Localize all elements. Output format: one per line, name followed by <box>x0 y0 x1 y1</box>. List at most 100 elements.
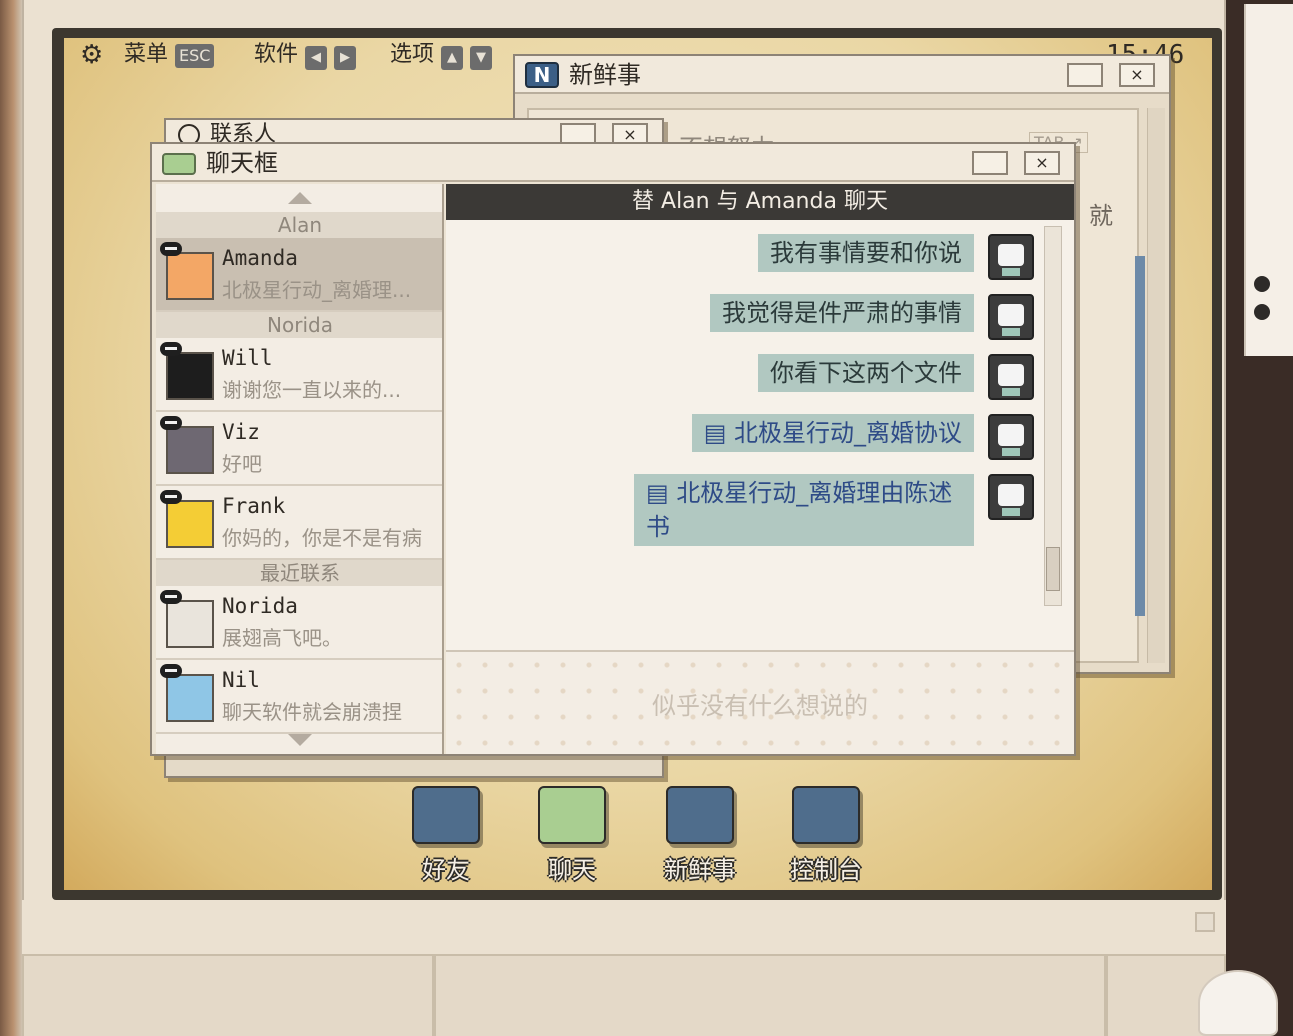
news-minimize-button[interactable] <box>1067 63 1103 87</box>
contact-avatar <box>166 600 214 648</box>
message-scroll-thumb[interactable] <box>1046 547 1060 591</box>
sender-avatar <box>988 474 1034 520</box>
message-list: 我有事情要和你说 我觉得是件严肃的事情 你看下这两个文件 ▤ 北极星行动_离婚协… <box>446 220 1074 650</box>
contact-item[interactable]: Norida 展翅高飞吧。 <box>156 586 442 660</box>
mascot-blob <box>1198 970 1278 1036</box>
sender-avatar <box>988 294 1034 340</box>
status-badge-icon <box>160 342 182 356</box>
message-scrollbar[interactable] <box>1044 226 1062 606</box>
status-badge-icon <box>160 590 182 604</box>
message-text: 我觉得是件严肃的事情 <box>722 299 962 327</box>
document-icon: ▤ <box>703 419 734 447</box>
news-side-char: 就 <box>1089 202 1113 230</box>
contact-preview: 谢谢您一直以来的... <box>222 378 402 402</box>
contact-avatar <box>166 426 214 474</box>
desk-background-left <box>0 0 22 1036</box>
chat-bubble-icon <box>162 153 196 175</box>
file-message[interactable]: ▤ 北极星行动_离婚协议 <box>691 414 974 452</box>
chat-minimize-button[interactable] <box>972 151 1008 175</box>
status-badge-icon <box>160 416 182 430</box>
contact-item[interactable]: Frank 你妈的，你是不是有病 <box>156 486 442 560</box>
software-menu[interactable]: 软件 ◀ ▶ <box>254 40 357 70</box>
list-scroll-down-icon[interactable] <box>288 734 312 746</box>
message-text: 我有事情要和你说 <box>770 239 962 267</box>
chat-header: 替 Alan 与 Amanda 聊天 <box>446 184 1074 220</box>
notepad <box>1244 4 1293 356</box>
dock-label: 新鲜事 <box>664 856 736 884</box>
esc-key-badge: ESC <box>175 44 215 68</box>
message-text: 你看下这两个文件 <box>770 359 962 387</box>
contact-preview: 你妈的，你是不是有病 <box>222 526 422 550</box>
gear-icon[interactable]: ⚙ <box>80 40 103 70</box>
chat-message: 我觉得是件严肃的事情 <box>710 294 974 332</box>
contact-item[interactable]: Viz 好吧 <box>156 412 442 486</box>
chat-message: 你看下这两个文件 <box>758 354 974 392</box>
chat-close-button[interactable]: × <box>1024 151 1060 175</box>
news-titlebar[interactable]: N 新鲜事 × <box>515 56 1169 94</box>
group-header: Norida <box>156 312 442 338</box>
group-header: 最近联系 <box>156 560 442 586</box>
dock-label: 好友 <box>422 856 470 884</box>
chat-window[interactable]: 聊天框 × Alan Amanda 北极星行动_离婚理... Norida Wi… <box>150 142 1076 756</box>
chat-title: 聊天框 <box>206 149 278 177</box>
contact-item[interactable]: Amanda 北极星行动_离婚理... <box>156 238 442 312</box>
status-badge-icon <box>160 490 182 504</box>
contact-name: Norida <box>222 594 298 618</box>
contact-preview: 展翅高飞吧。 <box>222 626 342 650</box>
options-menu[interactable]: 选项 ▲ ▼ <box>390 40 493 70</box>
chat-message: 我有事情要和你说 <box>758 234 974 272</box>
contact-name: Will <box>222 346 273 370</box>
contact-preview: 聊天软件就会崩溃捏 <box>222 700 402 724</box>
arrow-up-icon[interactable]: ▲ <box>441 46 464 70</box>
arrow-left-icon[interactable]: ◀ <box>305 46 328 70</box>
reply-input-area[interactable]: 似乎没有什么想说的 <box>446 650 1074 754</box>
news-scrollbar[interactable] <box>1147 108 1165 663</box>
status-badge-icon <box>160 664 182 678</box>
chat-icon[interactable] <box>538 786 606 844</box>
sender-avatar <box>988 354 1034 400</box>
contact-preview: 北极星行动_离婚理... <box>222 278 412 302</box>
sender-avatar <box>988 414 1034 460</box>
contact-name: Frank <box>222 494 286 518</box>
contact-avatar <box>166 674 214 722</box>
group-header: Alan <box>156 212 442 238</box>
file-message[interactable]: ▤ 北极星行动_离婚理由陈述书 <box>634 474 974 546</box>
console-icon[interactable] <box>792 786 860 844</box>
reply-placeholder: 似乎没有什么想说的 <box>652 692 868 720</box>
news-title: 新鲜事 <box>569 61 641 89</box>
arrow-right-icon[interactable]: ▶ <box>334 46 357 70</box>
desktop-screen: ⚙ 菜单 ESC 软件 ◀ ▶ 选项 ▲ ▼ 15:46 N 新鲜事 × 不想努… <box>64 38 1212 890</box>
monitor-panel-left <box>22 954 434 1036</box>
news-image-strip <box>1135 256 1145 616</box>
dock-label: 控制台 <box>790 856 862 884</box>
message-text: 北极星行动_离婚理由陈述书 <box>646 479 953 541</box>
news-close-button[interactable]: × <box>1119 63 1155 87</box>
contact-avatar <box>166 352 214 400</box>
news-n-icon: N <box>525 62 559 88</box>
contact-list[interactable]: Alan Amanda 北极星行动_离婚理... Norida Will 谢谢您… <box>156 184 444 754</box>
dock-item[interactable]: 控制台 <box>781 786 871 885</box>
sender-avatar <box>988 234 1034 280</box>
dock-item[interactable]: 好友 <box>401 786 491 885</box>
status-badge-icon <box>160 242 182 256</box>
contact-item[interactable]: Will 谢谢您一直以来的... <box>156 338 442 412</box>
contact-preview: 好吧 <box>222 452 262 476</box>
friends-icon[interactable] <box>412 786 480 844</box>
dock-label: 聊天 <box>548 856 596 884</box>
contact-name: Viz <box>222 420 260 444</box>
contact-avatar <box>166 500 214 548</box>
document-icon: ▤ <box>646 479 677 507</box>
news-icon[interactable] <box>666 786 734 844</box>
contact-item[interactable]: Nil 聊天软件就会崩溃捏 <box>156 660 442 734</box>
contact-name: Amanda <box>222 246 298 270</box>
monitor-panel-center <box>434 954 1106 1036</box>
list-scroll-up-icon[interactable] <box>288 192 312 204</box>
power-led <box>1195 912 1215 932</box>
menu-button[interactable]: 菜单 ESC <box>124 40 215 70</box>
dock-item[interactable]: 聊天 <box>527 786 617 885</box>
chat-titlebar[interactable]: 聊天框 × <box>152 144 1074 182</box>
contact-avatar <box>166 252 214 300</box>
dock-item[interactable]: 新鲜事 <box>655 786 745 885</box>
arrow-down-icon[interactable]: ▼ <box>470 46 493 70</box>
message-text: 北极星行动_离婚协议 <box>734 419 962 447</box>
